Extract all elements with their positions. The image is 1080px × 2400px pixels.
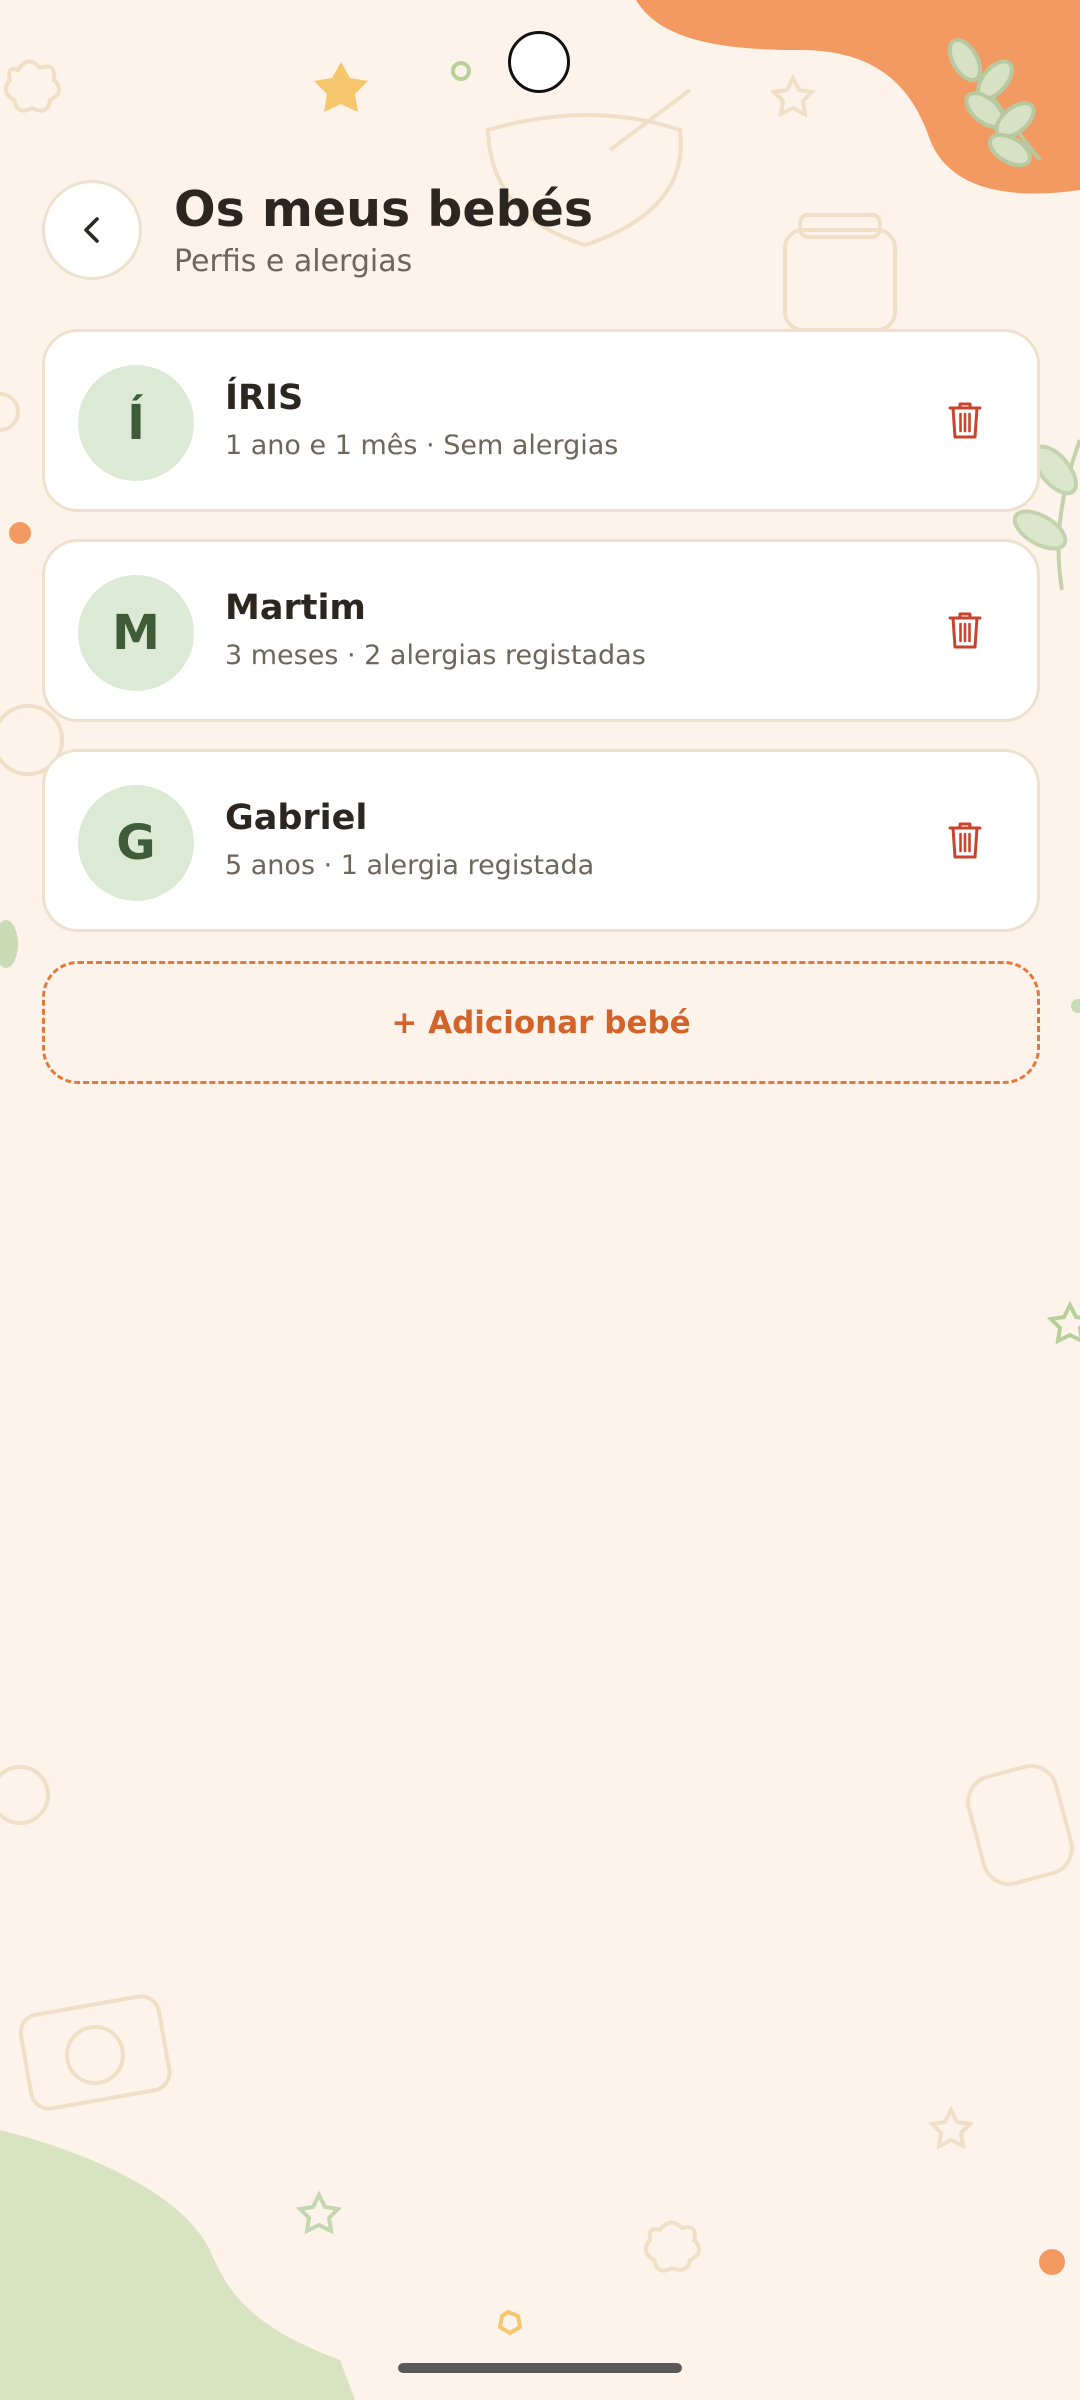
trash-icon bbox=[948, 612, 982, 649]
baby-card-gabriel[interactable]: G Gabriel 5 anos · 1 alergia registada bbox=[42, 749, 1040, 932]
star-doodle-icon bbox=[769, 73, 817, 118]
bottle-doodle-icon bbox=[966, 1764, 1074, 1886]
avatar: G bbox=[78, 785, 194, 901]
home-indicator[interactable] bbox=[398, 2363, 682, 2373]
baby-details: 5 anos · 1 alergia registada bbox=[225, 850, 595, 881]
baby-name: Gabriel bbox=[225, 798, 368, 838]
page-subtitle: Perfis e alergias bbox=[174, 244, 413, 279]
avatar: M bbox=[78, 575, 194, 691]
baby-details: 3 meses · 2 alergias registadas bbox=[225, 640, 646, 671]
avatar: Í bbox=[78, 365, 194, 481]
front-camera bbox=[508, 31, 570, 93]
baby-card-iris[interactable]: Í ÍRIS 1 ano e 1 mês · Sem alergias bbox=[42, 329, 1040, 512]
green-blob bbox=[0, 2130, 355, 2400]
trash-icon bbox=[948, 822, 982, 859]
chevron-left-icon bbox=[84, 217, 99, 243]
delete-button[interactable] bbox=[933, 598, 997, 662]
delete-button[interactable] bbox=[933, 808, 997, 872]
delete-button[interactable] bbox=[933, 388, 997, 452]
baby-details: 1 ano e 1 mês · Sem alergias bbox=[225, 430, 619, 461]
page-title: Os meus bebés bbox=[174, 181, 594, 238]
yellow-star-icon bbox=[314, 62, 368, 112]
baby-list: Í ÍRIS 1 ano e 1 mês · Sem alergias M Ma… bbox=[42, 329, 1040, 959]
trash-icon bbox=[948, 402, 982, 439]
back-button[interactable] bbox=[42, 180, 142, 280]
baby-name: ÍRIS bbox=[225, 378, 304, 418]
page-header: Os meus bebés Perfis e alergias bbox=[42, 180, 1042, 284]
baby-name: Martim bbox=[225, 588, 366, 628]
camera-doodle-icon bbox=[18, 1994, 172, 2111]
baby-card-martim[interactable]: M Martim 3 meses · 2 alergias registadas bbox=[42, 539, 1040, 722]
flower-doodle-icon bbox=[3, 59, 62, 113]
add-baby-button[interactable]: + Adicionar bebé bbox=[42, 961, 1040, 1084]
